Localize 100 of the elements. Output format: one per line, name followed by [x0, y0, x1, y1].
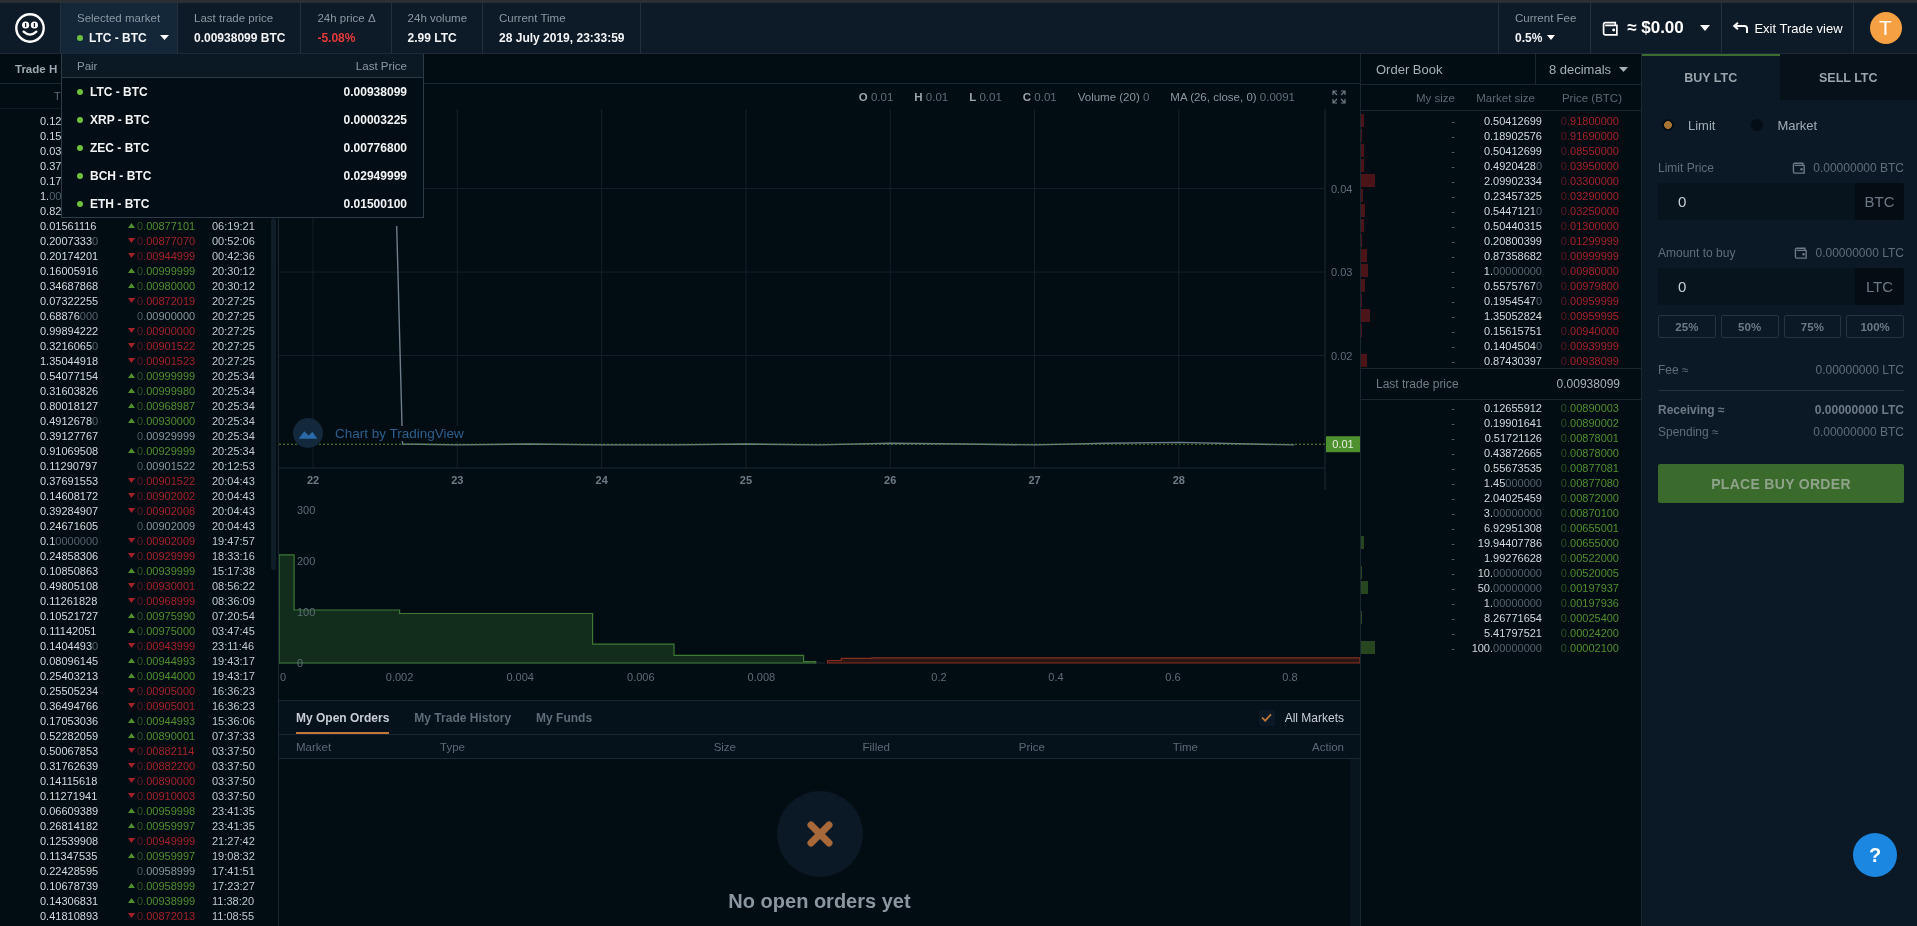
market-size: 0.54471210 [1483, 204, 1542, 217]
smiley-logo[interactable] [15, 13, 45, 43]
number-input-field[interactable]: 0 [1658, 183, 1855, 220]
bid-price: 0.00655001 [1560, 521, 1619, 534]
bid-price: 0.00655000 [1560, 536, 1619, 549]
trade-time: 20:25:34 [212, 444, 255, 457]
my-size: - [1451, 174, 1455, 187]
stat-value: 2.99 LTC [407, 29, 457, 46]
fee-dropdown[interactable]: 0.5% [1515, 29, 1556, 46]
trade-time: 20:27:25 [212, 354, 255, 367]
trade-size: 0.11261828 [40, 594, 98, 607]
market-size: 0.51721126 [1484, 431, 1542, 444]
percent-button[interactable]: 50% [1720, 315, 1779, 338]
trade-size: 0.07322255 [40, 294, 99, 307]
trade-size: 0.41810893 [40, 909, 99, 922]
checkbox[interactable] [1258, 709, 1275, 726]
ohlc-legend-item: O 0.01 [858, 90, 894, 103]
market-option[interactable]: ZEC - BTC 0.00776800 [62, 134, 423, 162]
market-size: 0.55673535 [1483, 461, 1542, 474]
trade-size: 0.37 [40, 159, 62, 172]
trade-price: 0.00877070 [137, 234, 196, 247]
column-header: Price (BTC) [1561, 91, 1622, 104]
trade-history-tab[interactable]: Trade H [15, 62, 58, 75]
market-option[interactable]: BCH - BTC 0.02949999 [62, 162, 423, 190]
balance-button[interactable]: ≈ $0.00 [1590, 3, 1721, 53]
ask-price: 0.03290000 [1560, 189, 1619, 202]
trade-size: 0.22428595 [40, 864, 99, 877]
ask-price: 0.03950000 [1560, 159, 1619, 172]
trade-price: 0.00872013 [137, 909, 196, 922]
ask-price: 0.03300000 [1560, 174, 1619, 187]
trade-price: 0.00999980 [137, 384, 196, 397]
down-triangle-icon [127, 298, 135, 303]
column-header: Type [440, 740, 465, 753]
up-triangle-icon [127, 223, 135, 228]
market-size: 1.35052824 [1483, 309, 1542, 322]
market-size: 8.26771654 [1483, 611, 1542, 624]
percent-button[interactable]: 100% [1846, 315, 1904, 338]
trade-size: 0.36494766 [40, 699, 99, 712]
trade-size: 0.99894222 [40, 324, 99, 337]
market-selector[interactable]: Selected market LTC - BTC [61, 3, 178, 53]
return-arrow-icon [1732, 22, 1749, 34]
trade-time: 20:27:25 [212, 294, 255, 307]
column-header: Market [296, 740, 332, 753]
summary-label: Fee ≈ [1658, 363, 1689, 377]
trade-size: 0.08096145 [40, 654, 99, 667]
my-size: - [1451, 189, 1455, 202]
trade-price: 0.00999999 [137, 369, 196, 382]
percent-button[interactable]: 25% [1658, 315, 1716, 338]
scrollbar[interactable] [1350, 759, 1360, 926]
my-size: - [1451, 641, 1455, 654]
market-option[interactable]: XRP - BTC 0.00003225 [62, 106, 423, 134]
up-triangle-icon [127, 388, 135, 393]
trade-size: 0.16005916 [40, 264, 99, 277]
caret-icon [1619, 66, 1629, 72]
my-size: - [1451, 611, 1455, 624]
trade-time: 20:30:12 [212, 279, 255, 292]
depth-bar [1361, 144, 1365, 157]
trade-size: 0.39127767 [40, 429, 99, 442]
ohlc-legend-item: H 0.01 [914, 90, 949, 103]
order-side-tab[interactable]: SELL LTC [1779, 54, 1917, 100]
radio-label[interactable]: Market [1777, 117, 1818, 133]
exit-trade-view-button[interactable]: Exit Trade view [1721, 3, 1853, 53]
number-input-field[interactable]: 0 [1658, 268, 1855, 305]
help-button[interactable]: ? [1853, 833, 1897, 877]
up-triangle-icon [127, 403, 135, 408]
market-option[interactable]: LTC - BTC 0.00938099 [62, 78, 423, 106]
fullscreen-icon[interactable] [1332, 89, 1346, 104]
scrollbar[interactable] [271, 218, 276, 570]
trade-time: 23:11:46 [212, 639, 254, 652]
orders-tab[interactable]: My Trade History [414, 701, 512, 734]
market-size: 5.41797521 [1483, 626, 1542, 639]
market-option[interactable]: ETH - BTC 0.01500100 [62, 190, 423, 218]
cloud-logo-icon [293, 418, 323, 448]
trade-price: 0.00949999 [137, 834, 196, 847]
market-size: 0.50412699 [1483, 144, 1542, 157]
ask-price: 0.00980000 [1560, 264, 1619, 277]
up-triangle-icon [127, 283, 135, 288]
checkbox-label[interactable]: All Markets [1284, 710, 1344, 725]
column-header: T [54, 90, 61, 102]
orders-tab[interactable]: My Funds [536, 701, 593, 734]
column-header: Last Price [355, 59, 407, 72]
wallet-icon [1792, 162, 1807, 174]
column-header: Market size [1476, 91, 1535, 104]
trade-size: 0.50067853 [40, 744, 99, 757]
radio-button[interactable] [1662, 119, 1674, 131]
depth-bar [1361, 536, 1364, 549]
up-triangle-icon [127, 418, 135, 423]
summary-label: Receiving ≈ [1658, 403, 1725, 417]
market-size: 6.92951308 [1483, 521, 1542, 534]
bid-price: 0.00890002 [1560, 416, 1619, 429]
depth-bar [1361, 309, 1370, 322]
radio-label[interactable]: Limit [1688, 117, 1716, 133]
percent-button[interactable]: 75% [1783, 315, 1842, 338]
my-size: - [1451, 536, 1455, 549]
trade-time: 20:27:25 [212, 339, 255, 352]
trade-size: 0.20174201 [40, 249, 99, 262]
bid-price: 0.00877081 [1560, 461, 1619, 474]
bid-price: 0.00872000 [1560, 491, 1619, 504]
trade-time: 18:33:16 [212, 549, 255, 562]
ask-price: 0.00938099 [1560, 354, 1619, 367]
